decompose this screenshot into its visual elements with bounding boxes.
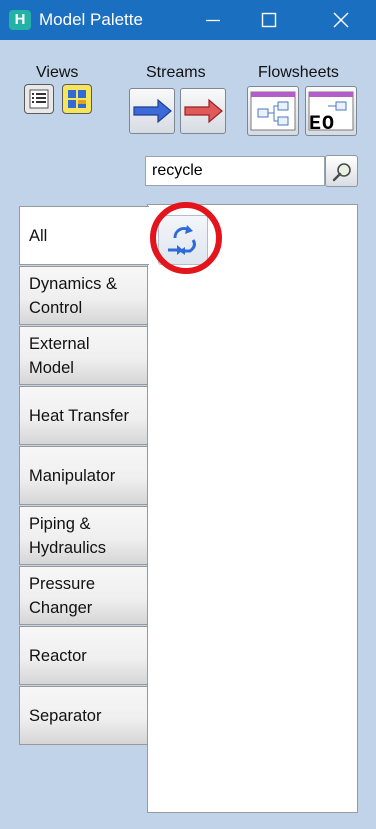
- tab-dynamics-control[interactable]: Dynamics & Control: [19, 266, 148, 325]
- recycle-icon: [168, 225, 196, 255]
- flowsheets-label: Flowsheets: [258, 64, 339, 81]
- flowsheet-icon: [250, 91, 296, 131]
- tab-heat-transfer[interactable]: Heat Transfer: [19, 386, 148, 445]
- energy-stream-button[interactable]: [180, 88, 226, 134]
- close-icon: [333, 12, 349, 28]
- tab-label: External Model: [29, 334, 90, 377]
- tab-reactor[interactable]: Reactor: [19, 626, 148, 685]
- close-button[interactable]: [318, 0, 364, 40]
- app-icon: H: [9, 10, 31, 30]
- tab-label: Dynamics & Control: [29, 274, 118, 317]
- tab-label: All: [29, 226, 48, 245]
- title-bar: H Model Palette: [0, 0, 376, 40]
- magnifier-icon: [332, 163, 351, 182]
- search-button[interactable]: [325, 155, 358, 187]
- tab-all[interactable]: All: [19, 206, 149, 265]
- tab-external-model[interactable]: External Model: [19, 326, 148, 385]
- recycle-model-button[interactable]: [158, 215, 208, 265]
- list-view-button[interactable]: [24, 84, 54, 114]
- red-arrow-icon: [184, 98, 223, 124]
- minimize-icon: [206, 19, 220, 22]
- eo-badge: EO: [309, 113, 336, 136]
- search-input[interactable]: [145, 156, 325, 186]
- maximize-button[interactable]: [246, 0, 292, 40]
- tab-pressure-changer[interactable]: Pressure Changer: [19, 566, 148, 625]
- tab-manipulator[interactable]: Manipulator: [19, 446, 148, 505]
- tab-piping-hydraulics[interactable]: Piping & Hydraulics: [19, 506, 148, 565]
- tab-label: Heat Transfer: [29, 406, 129, 425]
- tab-label: Piping & Hydraulics: [29, 514, 107, 557]
- list-icon: [29, 89, 49, 109]
- sub-flowsheet-button[interactable]: [247, 86, 299, 136]
- streams-label: Streams: [146, 64, 206, 81]
- blue-arrow-icon: [133, 98, 172, 124]
- tab-label: Separator: [29, 706, 102, 725]
- tab-label: Pressure Changer: [29, 574, 96, 617]
- tab-separator[interactable]: Separator: [19, 686, 148, 745]
- grid-icon: [68, 90, 86, 108]
- minimize-button[interactable]: [190, 0, 236, 40]
- icon-view-button[interactable]: [62, 84, 92, 114]
- models-panel: [147, 204, 358, 813]
- views-label: Views: [36, 64, 79, 81]
- maximize-icon: [261, 12, 277, 28]
- tab-label: Reactor: [29, 646, 87, 665]
- tab-label: Manipulator: [29, 466, 116, 485]
- window-title: Model Palette: [39, 10, 143, 29]
- eo-sub-flowsheet-button[interactable]: EO: [305, 86, 357, 136]
- material-stream-button[interactable]: [129, 88, 175, 134]
